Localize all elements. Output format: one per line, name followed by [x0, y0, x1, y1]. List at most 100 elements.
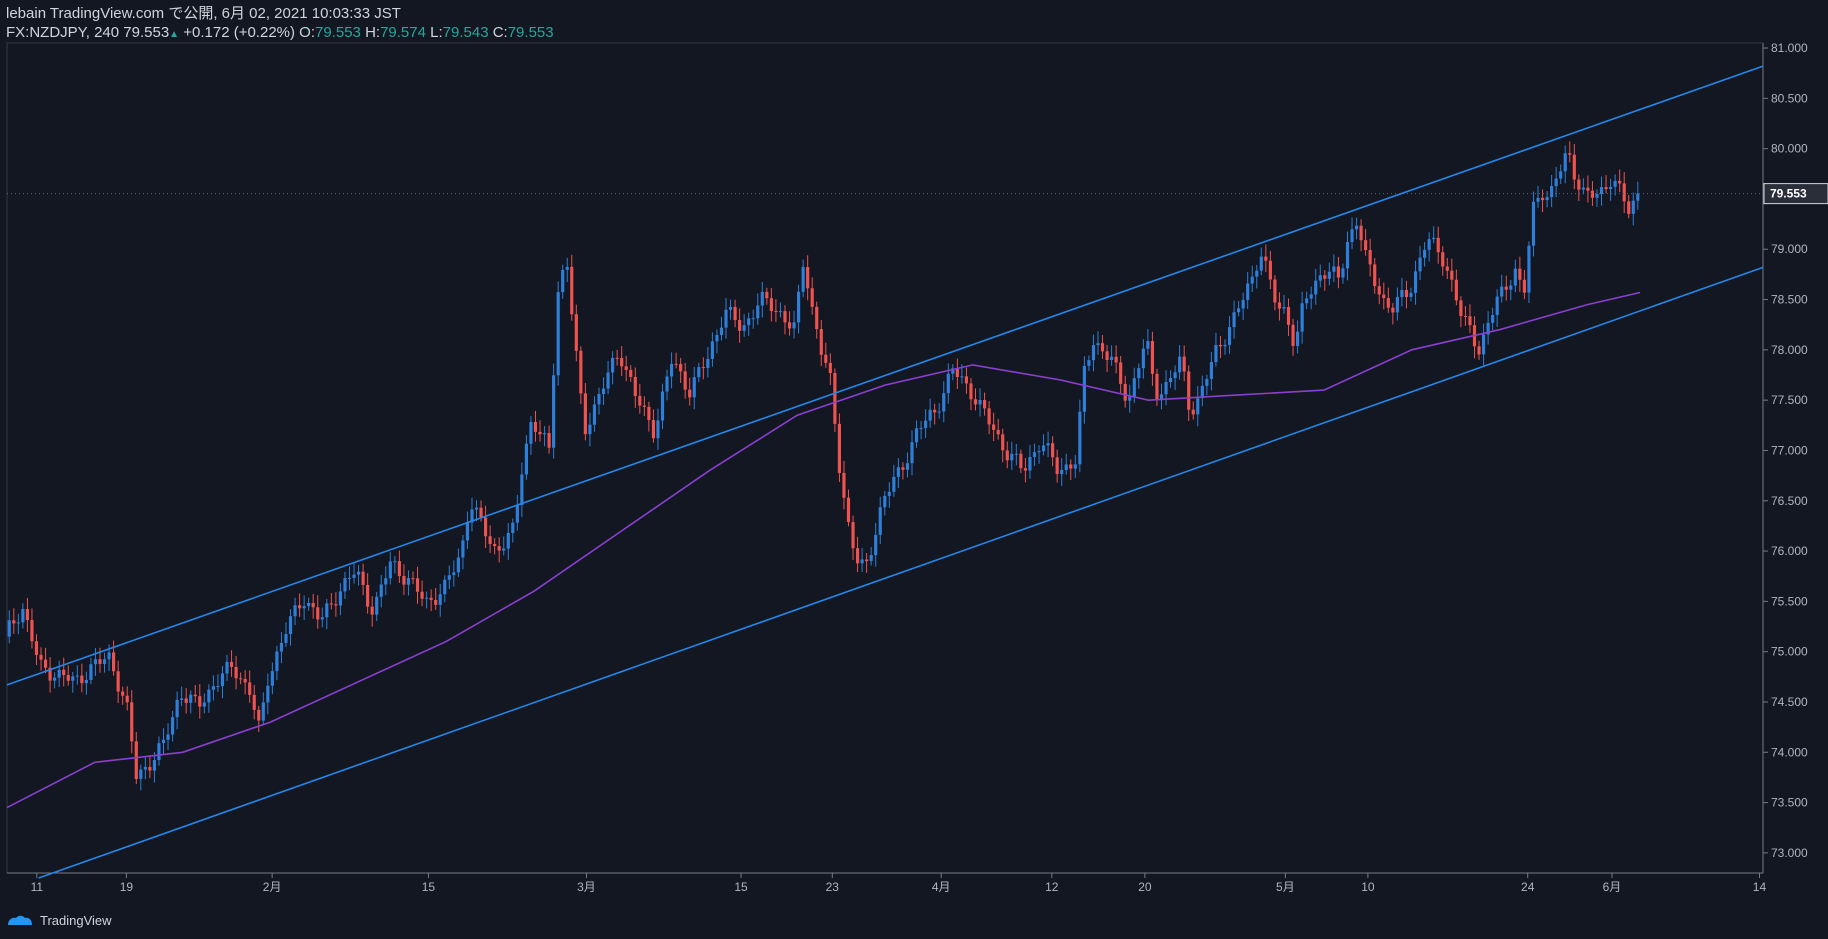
candle-body — [583, 393, 587, 435]
candle-body — [30, 620, 34, 642]
candle-body — [579, 350, 583, 394]
candle-body — [1119, 362, 1123, 384]
tradingview-brand[interactable]: TradingView — [40, 913, 112, 928]
candle-body — [1631, 200, 1635, 214]
candle-body — [1187, 371, 1191, 410]
candle-body — [1477, 346, 1481, 355]
candle-body — [905, 463, 910, 470]
x-tick-label: 2月 — [263, 880, 282, 894]
candle-body — [1409, 292, 1413, 297]
candle-body — [1268, 260, 1272, 280]
candle-body — [1531, 201, 1536, 246]
candle-body — [651, 420, 656, 439]
candle-body — [1051, 443, 1055, 458]
candle-body — [71, 676, 75, 681]
price-chart[interactable]: 73.000 73.500 74.000 74.500 75.000 75.500 76.0… — [0, 0, 1828, 905]
candle-body — [1554, 178, 1558, 187]
candle-body — [633, 376, 637, 396]
y-tick-label: 78.500 — [1771, 293, 1808, 307]
candle-body — [397, 561, 401, 577]
candle-body — [824, 354, 828, 363]
candle-body — [170, 717, 175, 735]
candle-body — [1332, 266, 1336, 272]
candle-body — [1205, 378, 1209, 386]
candle-body — [701, 367, 705, 369]
candle-body — [715, 335, 719, 342]
candle-body — [669, 363, 674, 377]
candle-body — [1091, 345, 1096, 361]
candle-body — [1568, 153, 1572, 155]
candle-body — [1382, 294, 1386, 299]
candle-body — [252, 694, 256, 710]
moving-average-line — [6, 291, 1641, 809]
candle-body — [896, 467, 900, 477]
candle-body — [12, 620, 16, 624]
candle-body — [1354, 225, 1359, 230]
candle-body — [914, 428, 919, 443]
candle-body — [674, 363, 678, 365]
candle-body — [420, 591, 424, 599]
x-tick-label: 19 — [120, 880, 134, 894]
candle-body — [366, 584, 370, 607]
candle-body — [1627, 201, 1631, 214]
candle-body — [1001, 434, 1005, 451]
candle-body — [102, 659, 107, 664]
candle-body — [1123, 383, 1127, 401]
tradingview-logo-icon[interactable] — [6, 913, 34, 927]
candle-body — [1082, 365, 1086, 412]
candle-body — [1563, 153, 1567, 172]
candle-body — [611, 357, 615, 373]
channel-line[interactable] — [6, 65, 1764, 686]
candle-body — [152, 760, 157, 771]
y-tick-label: 80.500 — [1771, 91, 1808, 105]
candle-body — [561, 269, 565, 293]
candle-body — [742, 325, 746, 331]
y-tick-label: 76.000 — [1771, 544, 1808, 558]
candle-body — [783, 311, 787, 323]
candle-body — [53, 677, 57, 681]
candle-body — [738, 320, 742, 331]
candle-body — [778, 311, 783, 313]
channel-line[interactable] — [38, 266, 1764, 879]
candle-body — [1164, 382, 1168, 395]
x-tick-label: 3月 — [577, 880, 596, 894]
candle-body — [21, 609, 25, 623]
candle-body — [1019, 453, 1023, 469]
candle-body — [969, 383, 973, 400]
candle-body — [506, 533, 510, 549]
y-axis[interactable]: 73.000 73.500 74.000 74.500 75.000 75.500 76.0… — [1763, 41, 1808, 860]
x-tick-label: 12 — [1045, 880, 1059, 894]
candle-body — [89, 664, 93, 680]
candle-body — [80, 675, 84, 684]
candle-body — [361, 571, 365, 585]
candle-body — [1581, 187, 1585, 190]
x-axis[interactable]: 11 19 2月 15 3月 15 23 4月 12 20 5月 10 24 6月 14 — [31, 873, 1767, 894]
candle-body — [1041, 445, 1046, 452]
candle-body — [1273, 279, 1277, 303]
candle-body — [1441, 252, 1445, 267]
candle-body — [1100, 343, 1105, 352]
candle-body — [683, 371, 687, 390]
candle-body — [216, 686, 220, 688]
candle-body — [1137, 368, 1141, 379]
candle-body — [275, 651, 279, 672]
candle-body — [130, 702, 134, 742]
candle-body — [211, 686, 215, 690]
x-tick-label: 4月 — [932, 880, 951, 894]
candle-body — [229, 661, 234, 667]
candle-body — [765, 291, 769, 299]
candle-body — [434, 599, 438, 605]
candle-body — [1481, 334, 1486, 355]
candle-body — [606, 372, 610, 389]
candle-body — [1559, 171, 1563, 179]
candle-body — [1286, 307, 1291, 325]
candle-body — [901, 467, 905, 470]
candle-body — [1032, 452, 1037, 457]
candle-body — [942, 393, 946, 412]
candle-body — [1418, 257, 1422, 272]
y-tick-label: 77.500 — [1771, 393, 1808, 407]
candle-body — [98, 659, 102, 664]
channel-lines[interactable] — [6, 65, 1764, 879]
candle-body — [1227, 327, 1232, 345]
candle-body — [1246, 283, 1250, 300]
